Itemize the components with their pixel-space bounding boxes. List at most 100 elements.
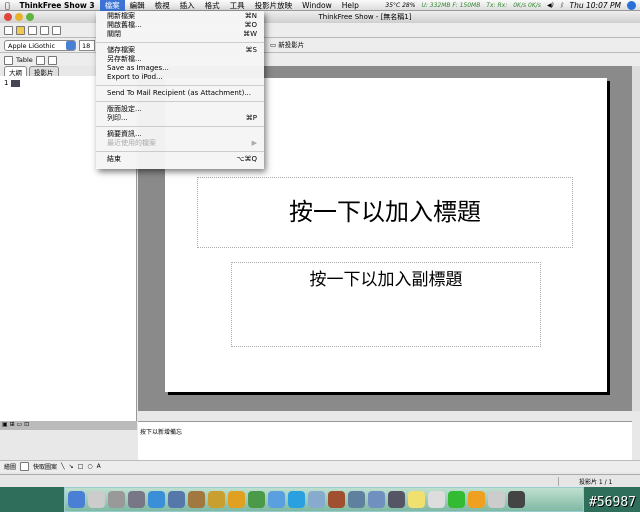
file-menu-item[interactable]: 開新檔案 ⌘N xyxy=(96,12,264,21)
dock-app-icon[interactable] xyxy=(488,491,505,508)
file-menu-item[interactable]: 結束 ⌥⌘Q xyxy=(96,155,264,164)
dock-app-icon[interactable] xyxy=(168,491,185,508)
dock-app-icon[interactable] xyxy=(108,491,125,508)
file-menu-item[interactable]: 儲存檔案 ⌘S xyxy=(96,46,264,55)
tab-outline[interactable]: 大綱 xyxy=(4,66,27,77)
zoom-button[interactable] xyxy=(26,13,34,21)
arrow-icon[interactable]: ↘ xyxy=(69,463,74,470)
autoshapes-menu[interactable]: 快取圖案 xyxy=(33,462,57,471)
dock-app-icon[interactable] xyxy=(448,491,465,508)
dock-app-icon[interactable] xyxy=(408,491,425,508)
bluetooth-icon[interactable]: ᛒ xyxy=(560,2,564,9)
file-menu-item[interactable]: 關閉 ⌘W xyxy=(96,30,264,39)
dock-app-icon[interactable] xyxy=(508,491,525,508)
menu-item-label: 儲存檔案 xyxy=(107,46,135,54)
menu-window[interactable]: Window xyxy=(297,1,337,10)
menu-item-label: Export to iPod... xyxy=(107,73,163,81)
menu-help[interactable]: Help xyxy=(337,1,364,10)
menu-tools[interactable]: 工具 xyxy=(225,0,250,11)
dock-app-icon[interactable] xyxy=(188,491,205,508)
align-icon[interactable] xyxy=(47,55,57,65)
font-color-icon[interactable]: A xyxy=(97,463,101,470)
dock-app-icon[interactable] xyxy=(348,491,365,508)
dock-app-icon[interactable] xyxy=(128,491,145,508)
select-arrow-icon[interactable] xyxy=(20,462,30,471)
font-size-select[interactable]: 18 xyxy=(79,39,95,51)
menu-item-label: 開啟舊檔... xyxy=(107,21,142,29)
menu-file[interactable]: 檔案 xyxy=(99,0,125,11)
new-slide-button[interactable]: ▭ 新投影片 xyxy=(270,39,304,49)
dock-app-icon[interactable] xyxy=(468,491,485,508)
file-menu-item[interactable]: 版面設定... xyxy=(96,105,264,114)
dock-app-icon[interactable] xyxy=(268,491,285,508)
oval-icon[interactable]: ○ xyxy=(87,463,92,470)
file-menu: 開新檔案 ⌘N 開啟舊檔... ⌘O 關閉 ⌘W 儲存檔案 ⌘S 另存新檔... Save as … xyxy=(96,11,264,169)
dock-app-icon[interactable] xyxy=(328,491,345,508)
file-menu-item[interactable]: 開啟舊檔... ⌘O xyxy=(96,21,264,30)
menu-separator xyxy=(96,126,264,127)
font-select[interactable]: Apple LiGothic xyxy=(4,39,76,51)
menu-separator xyxy=(96,101,264,102)
dock-app-icon[interactable] xyxy=(148,491,165,508)
table-button[interactable]: Table xyxy=(16,56,33,64)
vertical-scrollbar[interactable] xyxy=(632,66,640,411)
notes-pane[interactable]: 按下以新增備忘 xyxy=(138,421,632,465)
menu-separator xyxy=(96,85,264,86)
menu-edit[interactable]: 編輯 xyxy=(125,0,150,11)
window-title: ThinkFree Show - [無名稱1] xyxy=(318,13,412,21)
line-icon[interactable]: ╲ xyxy=(61,463,65,470)
app-menu[interactable]: ThinkFree Show 3 xyxy=(15,1,100,10)
dock-app-icon[interactable] xyxy=(208,491,225,508)
dock-app-icon[interactable] xyxy=(88,491,105,508)
file-menu-item[interactable]: Save as Images... xyxy=(96,64,264,73)
volume-icon[interactable]: ◀) xyxy=(547,2,554,9)
menu-item-label: 開新檔案 xyxy=(107,12,135,20)
dock-app-icon[interactable] xyxy=(428,491,445,508)
close-button[interactable] xyxy=(4,13,12,21)
menu-item-shortcut: ⌘S xyxy=(245,46,257,54)
rectangle-icon[interactable]: □ xyxy=(78,463,84,470)
title-placeholder[interactable]: 按一下以加入標題 xyxy=(197,177,573,248)
dock-app-icon[interactable] xyxy=(368,491,385,508)
file-menu-item[interactable]: 摘要資訊... xyxy=(96,130,264,139)
clock[interactable]: Thu 10:07 PM xyxy=(570,1,621,10)
menu-item-shortcut: ⌘O xyxy=(244,21,257,29)
copy-icon[interactable] xyxy=(40,25,49,35)
file-menu-item[interactable]: 列印... ⌘P xyxy=(96,114,264,123)
save-icon[interactable] xyxy=(28,25,37,35)
spotlight-icon[interactable] xyxy=(627,1,636,10)
tab-slides[interactable]: 投影片 xyxy=(29,66,59,77)
menu-view[interactable]: 檢視 xyxy=(150,0,175,11)
menu-format[interactable]: 格式 xyxy=(200,0,225,11)
file-menu-item[interactable]: Export to iPod... xyxy=(96,73,264,82)
minimize-button[interactable] xyxy=(15,13,23,21)
menu-item-label: Save as Images... xyxy=(107,64,169,72)
file-menu-item[interactable]: 另存新檔... xyxy=(96,55,264,64)
open-icon[interactable] xyxy=(16,25,25,35)
file-menu-item[interactable]: Send To Mail Recipient (as Attachment)..… xyxy=(96,89,264,98)
dock-app-icon[interactable] xyxy=(248,491,265,508)
view-buttons[interactable]: ▣ ⊞ ▭ ⊡ xyxy=(0,421,137,430)
menu-slideshow[interactable]: 投影片放映 xyxy=(250,0,298,11)
print-icon[interactable] xyxy=(52,25,61,35)
file-menu-item[interactable]: 最近使用的檔案 ▶ xyxy=(96,139,264,148)
dock-app-icon[interactable] xyxy=(308,491,325,508)
dock-app-icon[interactable] xyxy=(388,491,405,508)
menu-item-label: 結束 xyxy=(107,155,121,163)
slide-number: 1 xyxy=(4,79,9,87)
new-icon[interactable] xyxy=(4,25,13,35)
menu-item-label: 關閉 xyxy=(107,30,121,38)
menu-insert[interactable]: 插入 xyxy=(175,0,200,11)
dock-app-icon[interactable] xyxy=(288,491,305,508)
draw-menu[interactable]: 繪圖 xyxy=(4,462,16,471)
align-icon[interactable] xyxy=(35,55,45,65)
status-bar: 投影片 1 / 1 xyxy=(0,474,640,487)
dock-app-icon[interactable] xyxy=(228,491,245,508)
mem-status: U: 332MB F: 150MB xyxy=(421,2,481,9)
dock-app-icon[interactable] xyxy=(68,491,85,508)
menu-item-shortcut: ▶ xyxy=(251,139,257,147)
subtitle-placeholder[interactable]: 按一下以加入副標題 xyxy=(231,262,541,347)
apple-icon[interactable]:  xyxy=(0,1,15,10)
fill-icon[interactable] xyxy=(4,55,13,65)
dock xyxy=(64,487,584,512)
